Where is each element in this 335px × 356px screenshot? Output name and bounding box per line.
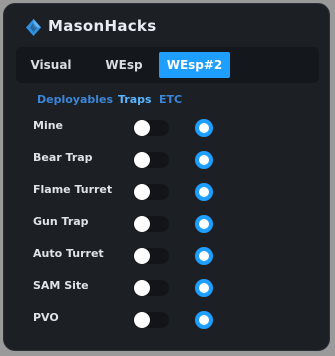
radio-dot — [199, 283, 209, 293]
list-item-sam-site: SAM Site — [4, 277, 329, 299]
subtab-deployables[interactable]: Deployables — [37, 93, 113, 106]
app-window: MasonHacks Visual WEsp WEsp#2 Deployable… — [3, 3, 330, 351]
auto-turret-radio[interactable] — [195, 247, 213, 265]
toggle-knob — [134, 216, 150, 232]
sam-site-radio[interactable] — [195, 279, 213, 297]
tab-wesp2[interactable]: WEsp#2 — [159, 52, 230, 78]
list-item-gun-trap: Gun Trap — [4, 213, 329, 235]
tab-visual[interactable]: Visual — [27, 52, 75, 78]
diamond-logo-icon — [26, 19, 41, 36]
radio-dot — [199, 187, 209, 197]
subtab-traps[interactable]: Traps — [118, 93, 152, 106]
toggle-knob — [134, 184, 150, 200]
bear-trap-radio[interactable] — [195, 151, 213, 169]
radio-dot — [199, 315, 209, 325]
bear-trap-toggle[interactable] — [133, 152, 169, 168]
item-label: Mine — [33, 119, 64, 132]
tab-wesp[interactable]: WEsp — [94, 52, 154, 78]
pvo-toggle[interactable] — [133, 312, 169, 328]
item-label: Auto Turret — [33, 247, 104, 260]
title-bar: MasonHacks — [4, 4, 329, 44]
list-item-bear-trap: Bear Trap — [4, 149, 329, 171]
toggle-knob — [134, 120, 150, 136]
sam-site-toggle[interactable] — [133, 280, 169, 296]
gun-trap-radio[interactable] — [195, 215, 213, 233]
radio-dot — [199, 123, 209, 133]
list-item-pvo: PVO — [4, 309, 329, 331]
pvo-radio[interactable] — [195, 311, 213, 329]
mine-toggle[interactable] — [133, 120, 169, 136]
toggle-knob — [134, 280, 150, 296]
auto-turret-toggle[interactable] — [133, 248, 169, 264]
toggle-knob — [134, 248, 150, 264]
item-label: Gun Trap — [33, 215, 89, 228]
item-label: PVO — [33, 311, 59, 324]
flame-turret-toggle[interactable] — [133, 184, 169, 200]
item-label: Flame Turret — [33, 183, 113, 196]
item-label: Bear Trap — [33, 151, 93, 164]
toggle-knob — [134, 312, 150, 328]
list-item-flame-turret: Flame Turret — [4, 181, 329, 203]
radio-dot — [199, 155, 209, 165]
toggle-knob — [134, 152, 150, 168]
app-title: MasonHacks — [48, 17, 157, 35]
mine-radio[interactable] — [195, 119, 213, 137]
tab-bar: Visual WEsp WEsp#2 — [16, 47, 319, 83]
flame-turret-radio[interactable] — [195, 183, 213, 201]
list-item-mine: Mine — [4, 117, 329, 139]
subtab-etc[interactable]: ETC — [159, 93, 182, 106]
item-label: SAM Site — [33, 279, 89, 292]
radio-dot — [199, 251, 209, 261]
gun-trap-toggle[interactable] — [133, 216, 169, 232]
radio-dot — [199, 219, 209, 229]
list-item-auto-turret: Auto Turret — [4, 245, 329, 267]
